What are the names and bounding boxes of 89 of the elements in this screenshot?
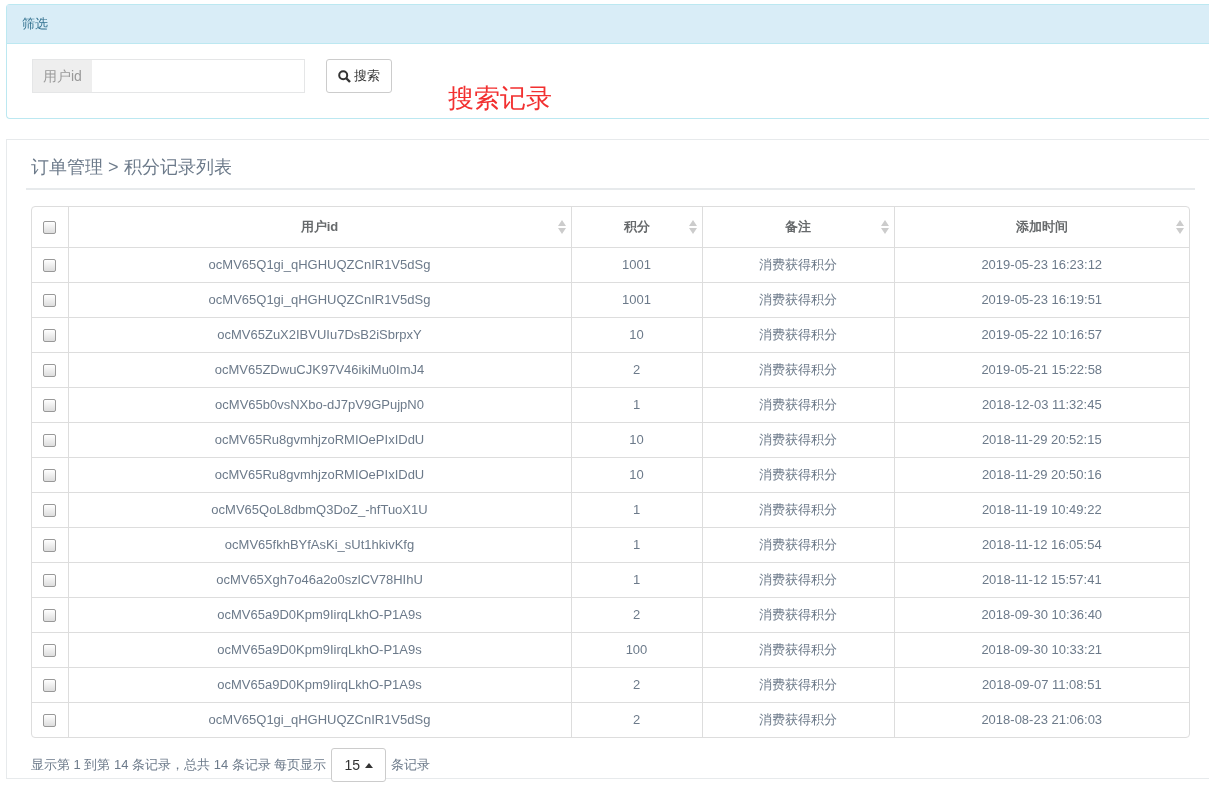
table-cell: 10: [629, 466, 644, 482]
table-cell: 消费获得积分: [759, 291, 837, 307]
table-cell: 1001: [622, 291, 651, 307]
table-cell: 2: [632, 606, 641, 622]
table-cell: ocMV65Ru8gvmhjzoRMIOePIxIDdU: [214, 466, 425, 482]
checkbox[interactable]: [43, 573, 57, 587]
table-cell: 消费获得积分: [759, 256, 837, 272]
table-cell: ocMV65b0vsNXbo-dJ7pV9GPujpN0: [215, 396, 424, 412]
table-cell: 2018-11-12 16:05:54: [981, 536, 1102, 552]
checkbox[interactable]: [43, 433, 57, 447]
panel-header: 筛选: [7, 5, 1209, 44]
checkbox[interactable]: [43, 221, 57, 235]
table-cell: 消费获得积分: [759, 396, 837, 412]
table-cell: 1: [632, 396, 641, 412]
table-cell: 1001: [622, 256, 651, 272]
table-cell: 消费获得积分: [759, 676, 837, 692]
table-cell: 消费获得积分: [759, 536, 837, 552]
table-cell: 2018-11-29 20:50:16: [981, 466, 1102, 482]
table-cell: 消费获得积分: [759, 466, 837, 482]
table-cell: 消费获得积分: [759, 431, 837, 447]
table-cell: 消费获得积分: [759, 326, 837, 342]
checkbox[interactable]: [43, 468, 57, 482]
sort-icon[interactable]: [557, 220, 566, 234]
table-cell: 2018-09-30 10:36:40: [981, 606, 1103, 622]
table-cell: 2: [632, 361, 641, 377]
checkbox[interactable]: [43, 643, 57, 657]
table-cell: 2018-09-30 10:33:21: [981, 641, 1103, 657]
table-cell: 10: [629, 431, 644, 447]
table-cell: 1: [632, 536, 641, 552]
table-cell: 2018-11-29 20:52:15: [981, 431, 1102, 447]
table-cell: 消费获得积分: [759, 606, 837, 622]
column-header[interactable]: 积分: [623, 219, 650, 234]
pagination-summary: 显示第 1 到第 14 条记录，总共 14 条记录 每页显示: [31, 756, 327, 775]
table-cell: 2018-08-23 21:06:03: [981, 712, 1103, 727]
table-cell: ocMV65Xgh7o46a2o0szlCV78HIhU: [216, 571, 423, 587]
table-cell: 2018-11-19 10:49:22: [981, 501, 1102, 517]
checkbox[interactable]: [43, 293, 57, 307]
table-cell: 消费获得积分: [759, 641, 837, 657]
checkbox[interactable]: [43, 398, 57, 412]
table-cell: 消费获得积分: [759, 712, 837, 727]
table-cell: 2: [632, 676, 641, 692]
search-icon: [338, 69, 351, 83]
table-cell: ocMV65Q1gi_qHGHUQZCnIR1V5dSg: [208, 291, 431, 307]
table-cell: ocMV65QoL8dbmQ3DoZ_-hfTuoX1U: [211, 501, 428, 517]
checkbox[interactable]: [43, 363, 57, 377]
table-cell: 1: [632, 501, 641, 517]
caret-icon: [365, 762, 373, 768]
table-cell: 2018-09-07 11:08:51: [981, 676, 1102, 692]
breadcrumb: 订单管理 > 积分记录列表: [26, 152, 1195, 190]
table-cell: 2019-05-22 10:16:57: [981, 326, 1103, 342]
table-cell: ocMV65a9D0Kpm9IirqLkhO-P1A9s: [217, 606, 422, 622]
checkbox[interactable]: [43, 608, 57, 622]
field-label: 用户id: [33, 60, 92, 92]
checkbox[interactable]: [43, 258, 57, 272]
table-cell: ocMV65Q1gi_qHGHUQZCnIR1V5dSg: [208, 712, 431, 727]
table-cell: ocMV65a9D0Kpm9IirqLkhO-P1A9s: [217, 641, 422, 657]
checkbox[interactable]: [43, 328, 57, 342]
table-cell: 1: [632, 571, 641, 587]
table-cell: 消费获得积分: [759, 361, 837, 377]
table-cell: 10: [629, 326, 644, 342]
pagination-suffix: 条记录: [391, 756, 430, 775]
table-cell: ocMV65ZDwuCJK97V46ikiMu0ImJ4: [214, 361, 425, 377]
checkbox[interactable]: [43, 503, 57, 517]
table-cell: 2: [632, 712, 641, 727]
checkbox[interactable]: [43, 714, 57, 728]
table-cell: 2019-05-21 15:22:58: [981, 361, 1103, 377]
table-cell: ocMV65ZuX2IBVUIu7DsB2iSbrpxY: [217, 326, 422, 342]
sort-icon[interactable]: [1176, 220, 1184, 234]
search-button[interactable]: 搜索: [326, 59, 392, 93]
column-header[interactable]: 备注: [785, 219, 811, 234]
table-cell: 2018-12-03 11:32:45: [981, 396, 1102, 412]
annotation-text: 搜索记录: [448, 82, 552, 115]
table-cell: 100: [625, 641, 648, 657]
table-cell: ocMV65a9D0Kpm9IirqLkhO-P1A9s: [217, 676, 422, 692]
table-cell: ocMV65Ru8gvmhjzoRMIOePIxIDdU: [214, 431, 425, 447]
column-header[interactable]: 用户id: [300, 219, 339, 234]
page-size-dropdown[interactable]: 15: [331, 748, 386, 782]
sort-icon[interactable]: [880, 220, 889, 234]
table-cell: 消费获得积分: [759, 501, 837, 517]
table-cell: 2018-11-12 15:57:41: [981, 571, 1102, 587]
table-cell: 消费获得积分: [759, 571, 837, 587]
checkbox[interactable]: [43, 678, 57, 692]
table-cell: ocMV65fkhBYfAsKi_sUt1hkivKfg: [224, 536, 415, 552]
table-cell: ocMV65Q1gi_qHGHUQZCnIR1V5dSg: [208, 256, 431, 272]
column-header[interactable]: 添加时间: [1015, 219, 1068, 234]
table-cell: 2019-05-23 16:23:12: [981, 256, 1103, 272]
checkbox[interactable]: [43, 538, 57, 552]
sort-icon[interactable]: [688, 220, 697, 234]
table-cell: 2019-05-23 16:19:51: [981, 291, 1103, 307]
